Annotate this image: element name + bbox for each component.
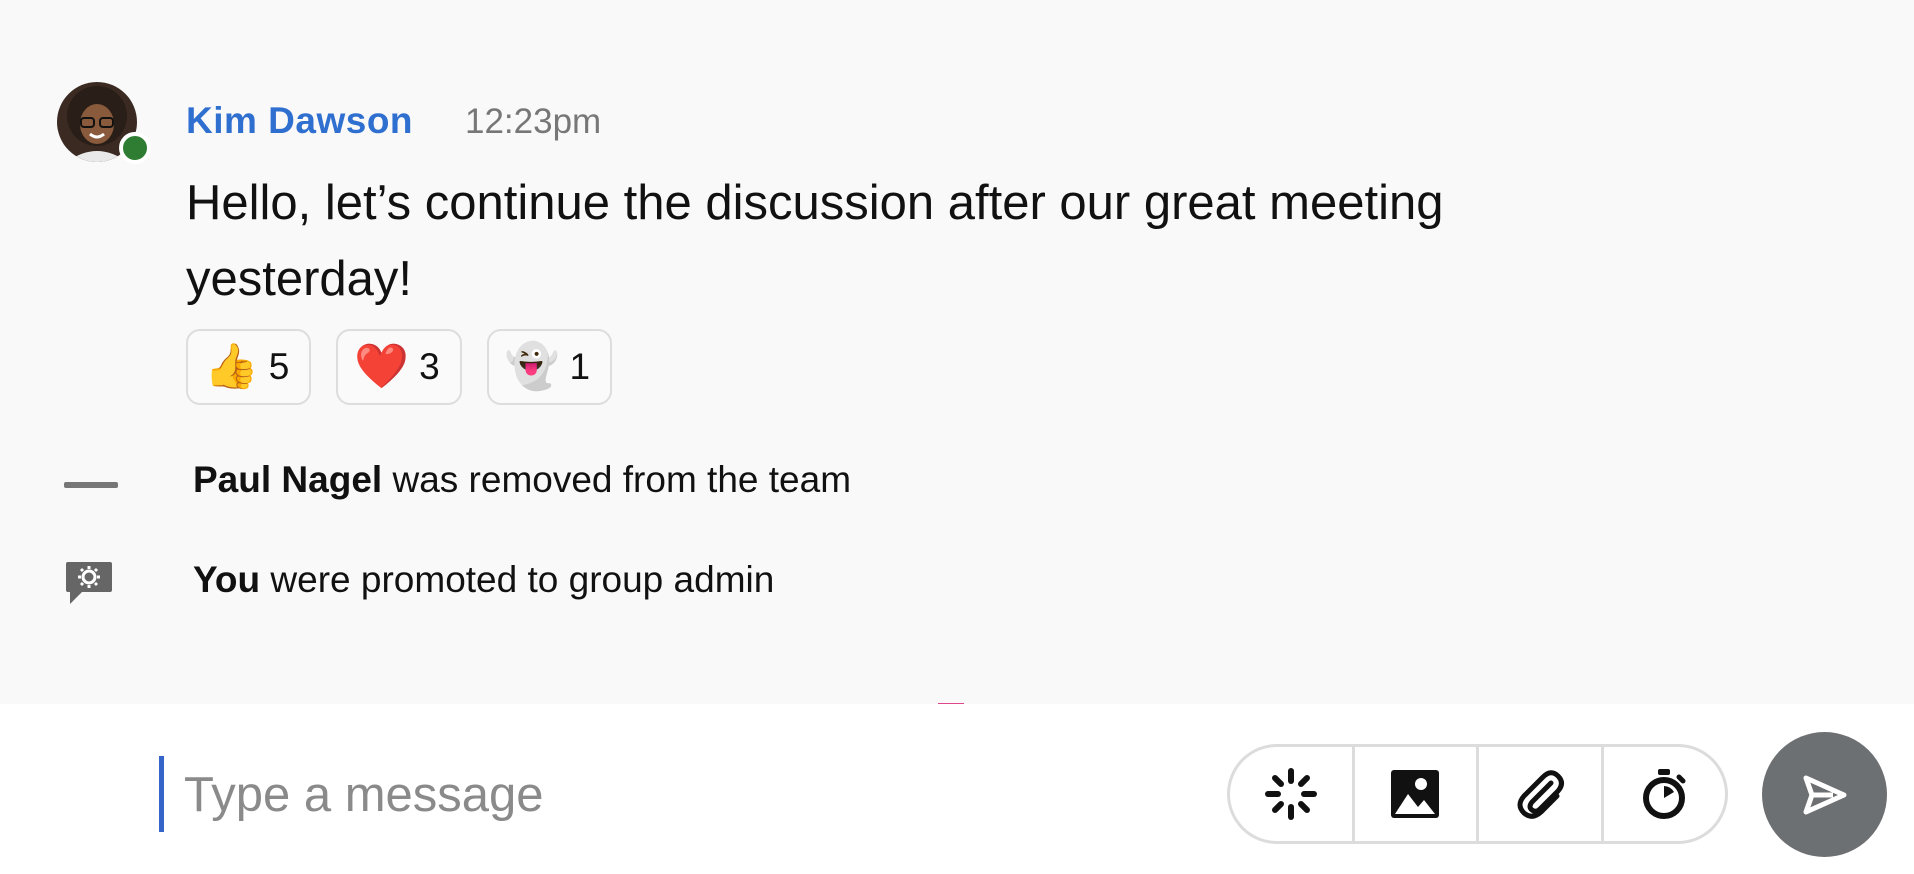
ghost-icon: 👻: [504, 341, 560, 392]
reaction-heart[interactable]: ❤️ 3: [336, 329, 462, 405]
image-button[interactable]: [1355, 747, 1479, 841]
avatar[interactable]: [57, 82, 151, 164]
reaction-count: 1: [569, 346, 591, 387]
reaction-list: 👍 5 ❤️ 3 👻 1: [186, 329, 637, 405]
timer-button[interactable]: [1604, 747, 1726, 841]
admin-badge-icon: [64, 560, 114, 611]
sparkle-icon: [1264, 768, 1317, 820]
event-description: were promoted to group admin: [260, 559, 775, 600]
online-status-indicator: [119, 132, 151, 164]
event-actor: Paul Nagel: [193, 459, 383, 500]
system-event-promoted: You were promoted to group admin: [193, 559, 774, 601]
reaction-count: 5: [268, 346, 290, 387]
text-cursor: [159, 756, 164, 832]
send-icon: [1803, 775, 1846, 814]
reaction-ghost[interactable]: 👻 1: [486, 329, 613, 405]
reaction-count: 3: [419, 346, 440, 387]
attach-button[interactable]: [1479, 747, 1604, 841]
message-feed: Kim Dawson 12:23pm Hello, let’s continue…: [0, 0, 1914, 706]
sparkle-button[interactable]: [1230, 747, 1355, 841]
event-actor: You: [193, 559, 261, 600]
event-description: was removed from the team: [382, 459, 852, 500]
system-event-removed: Paul Nagel was removed from the team: [193, 459, 851, 501]
thumbs-up-icon: 👍: [204, 341, 259, 392]
paperclip-icon: [1517, 770, 1564, 819]
message-text: Hello, let’s continue the discussion aft…: [186, 176, 1444, 306]
dash-icon: [64, 476, 118, 494]
reaction-thumbs-up[interactable]: 👍 5: [186, 329, 312, 405]
heart-icon: ❤️: [354, 341, 410, 392]
composer-toolbar: [1227, 744, 1728, 844]
image-icon: [1391, 770, 1440, 818]
message-timestamp: 12:23pm: [465, 102, 602, 141]
message-author[interactable]: Kim Dawson: [186, 100, 413, 142]
timer-icon: [1643, 769, 1686, 819]
send-button[interactable]: [1762, 732, 1887, 857]
message-input[interactable]: [184, 760, 1184, 830]
